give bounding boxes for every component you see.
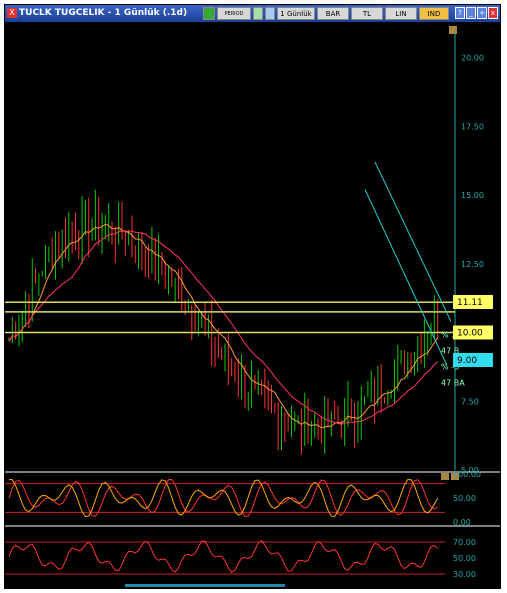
toolbar-tl-button[interactable]: TL [351,7,383,20]
price-marker-label: 11.11 [457,298,483,308]
toolbar-bar-button[interactable]: BAR [317,7,349,20]
window-title: TUCLK TUGCELIK - 1 Günlük (.1d) [19,8,188,18]
price-tick-label: 20.00 [461,54,484,63]
period-mini-button[interactable]: PERIOD [217,7,251,20]
price-tick-label: 12.50 [461,260,484,269]
price-tick-label: 7.50 [461,397,479,406]
panel-settings-icon [449,26,457,34]
chart-area[interactable]: % 347 B% -347 BA 20.0017.5015.0012.5010.… [5,22,500,588]
title-bar: X TUCLK TUGCELIK - 1 Günlük (.1d) PERIOD… [5,5,500,22]
chart-window: X TUCLK TUGCELIK - 1 Günlük (.1d) PERIOD… [4,4,501,589]
toolbar-lin-button[interactable]: LIN [385,7,417,20]
price-tick-label: 17.50 [461,122,484,131]
price-marker-label: 10.00 [457,329,483,339]
channel-label: 47 BA [441,379,465,388]
close-icon[interactable]: x [488,7,498,19]
minimize-icon[interactable]: _ [466,7,476,19]
price-tick-label: 15.00 [461,191,484,200]
rsi-tick-label: 30.00 [453,570,476,579]
horizontal-scrollbar [125,584,285,587]
maximize-icon[interactable]: + [477,7,487,19]
stoch-tick-label: 100.00 [453,470,481,479]
stoch-tick-label: 50.00 [453,494,476,503]
rsi-panel[interactable]: 70.00 50.00 30.00 [5,525,500,588]
rsi-bg [5,526,500,588]
stoch-settings-icon [441,473,449,480]
toolbar-ind-button[interactable]: IND [419,7,449,20]
zoom-icon[interactable] [265,7,275,20]
rsi-tick-label: 70.00 [453,538,476,547]
period-icon[interactable] [203,7,215,20]
rsi-tick-label: 50.00 [453,554,476,563]
draw-pencil-icon[interactable] [253,7,263,20]
price-marker-label: 9.00 [457,356,477,366]
toolbar-period-button[interactable]: 1 Günlük [277,7,315,20]
stochastic-panel[interactable]: 100.0050.000.00 [5,470,500,527]
app-x-icon[interactable]: X [7,8,17,18]
help-icon[interactable]: ? [455,7,465,19]
stoch-bg [5,472,500,524]
